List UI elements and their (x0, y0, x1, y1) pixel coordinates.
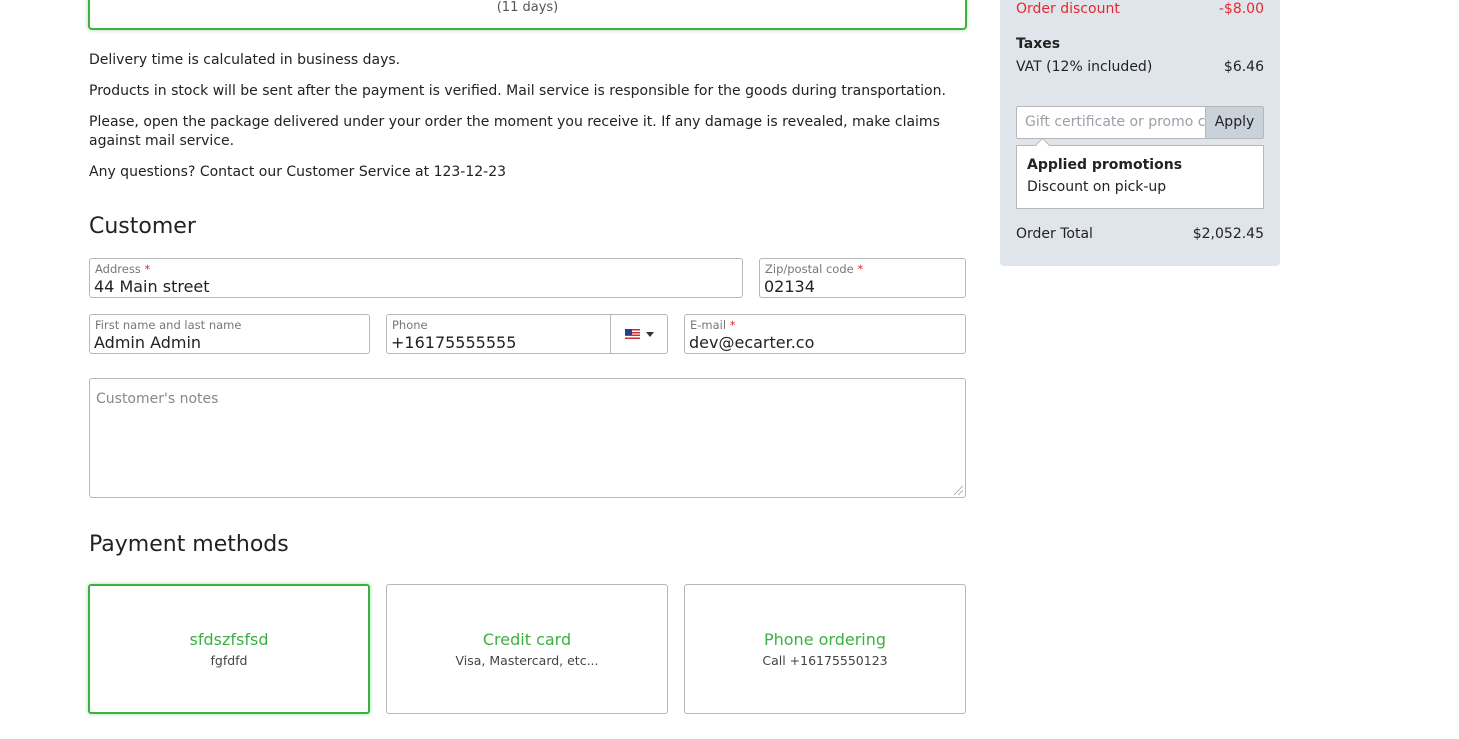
payment-method-subtitle: Call +16175550123 (762, 653, 888, 668)
order-total-label: Order Total (1016, 226, 1093, 242)
order-discount-row: Order discount -$8.00 (1016, 1, 1264, 17)
applied-promotions-title: Applied promotions (1027, 157, 1183, 173)
payment-method-subtitle: Visa, Mastercard, etc... (455, 653, 599, 668)
chevron-down-icon (645, 331, 654, 337)
full-name-field[interactable]: First name and last name Admin Admin (89, 314, 370, 354)
zip-value[interactable]: 02134 (764, 277, 815, 296)
us-flag-icon (624, 329, 640, 339)
vat-row: VAT (12% included) $6.46 (1016, 59, 1264, 75)
applied-promotion-item: Discount on pick-up (1027, 179, 1167, 195)
order-discount-label: Order discount (1016, 1, 1120, 17)
applied-promotions-popover: Applied promotions Discount on pick-up (1016, 145, 1264, 209)
taxes-title: Taxes (1016, 36, 1061, 52)
shipping-method-card-selected[interactable]: (11 days) (88, 0, 967, 30)
address-value[interactable]: 44 Main street (94, 277, 210, 296)
zip-label: Zip/postal code * (765, 262, 864, 276)
promo-code-input[interactable]: Gift certificate or promo code (1025, 114, 1205, 130)
full-name-label: First name and last name (95, 318, 242, 332)
promo-code-group: Gift certificate or promo code Apply (1016, 106, 1264, 139)
customer-notes-textarea[interactable]: Customer's notes (89, 378, 966, 498)
payment-method-subtitle: fgfdfd (210, 653, 248, 668)
phone-field[interactable]: Phone +16175555555 (386, 314, 668, 354)
order-summary-panel: Order discount -$8.00 Taxes VAT (12% inc… (1000, 0, 1280, 266)
delivery-info-text: Delivery time is calculated in business … (89, 52, 401, 68)
address-label: Address * (95, 262, 151, 276)
order-discount-value: -$8.00 (1218, 1, 1264, 17)
payment-method-card[interactable]: sfdszfsfsd fgfdfd (88, 584, 370, 714)
payment-method-title: Phone ordering (763, 630, 887, 649)
customer-notes-placeholder: Customer's notes (96, 391, 219, 407)
payment-method-title: Credit card (482, 630, 572, 649)
email-field[interactable]: E-mail * dev@ecarter.co (684, 314, 966, 354)
resize-handle-icon[interactable] (954, 486, 963, 495)
apply-promo-button[interactable]: Apply (1205, 107, 1263, 138)
vat-value: $6.46 (1223, 59, 1264, 75)
order-total-value: $2,052.45 (1192, 226, 1264, 242)
payment-method-card[interactable]: Credit card Visa, Mastercard, etc... (386, 584, 668, 714)
shipping-days: (11 days) (496, 0, 559, 15)
customer-section-title: Customer (89, 214, 196, 239)
payment-methods-title: Payment methods (89, 532, 289, 557)
country-code-selector[interactable] (610, 315, 667, 353)
email-value[interactable]: dev@ecarter.co (689, 333, 814, 352)
address-field[interactable]: Address * 44 Main street (89, 258, 743, 298)
payment-method-title: sfdszfsfsd (189, 630, 269, 649)
vat-label: VAT (12% included) (1016, 59, 1153, 75)
payment-method-card[interactable]: Phone ordering Call +16175550123 (684, 584, 966, 714)
zip-field[interactable]: Zip/postal code * 02134 (759, 258, 966, 298)
phone-value[interactable]: +16175555555 (391, 333, 516, 352)
full-name-value[interactable]: Admin Admin (94, 333, 201, 352)
email-label: E-mail * (690, 318, 736, 332)
shipping-responsibility-text: Products in stock will be sent after the… (89, 83, 946, 99)
damage-claims-text: Please, open the package delivered under… (89, 114, 940, 149)
phone-label: Phone (392, 318, 428, 332)
order-total-row: Order Total $2,052.45 (1016, 226, 1264, 242)
customer-service-text: Any questions? Contact our Customer Serv… (89, 164, 507, 180)
